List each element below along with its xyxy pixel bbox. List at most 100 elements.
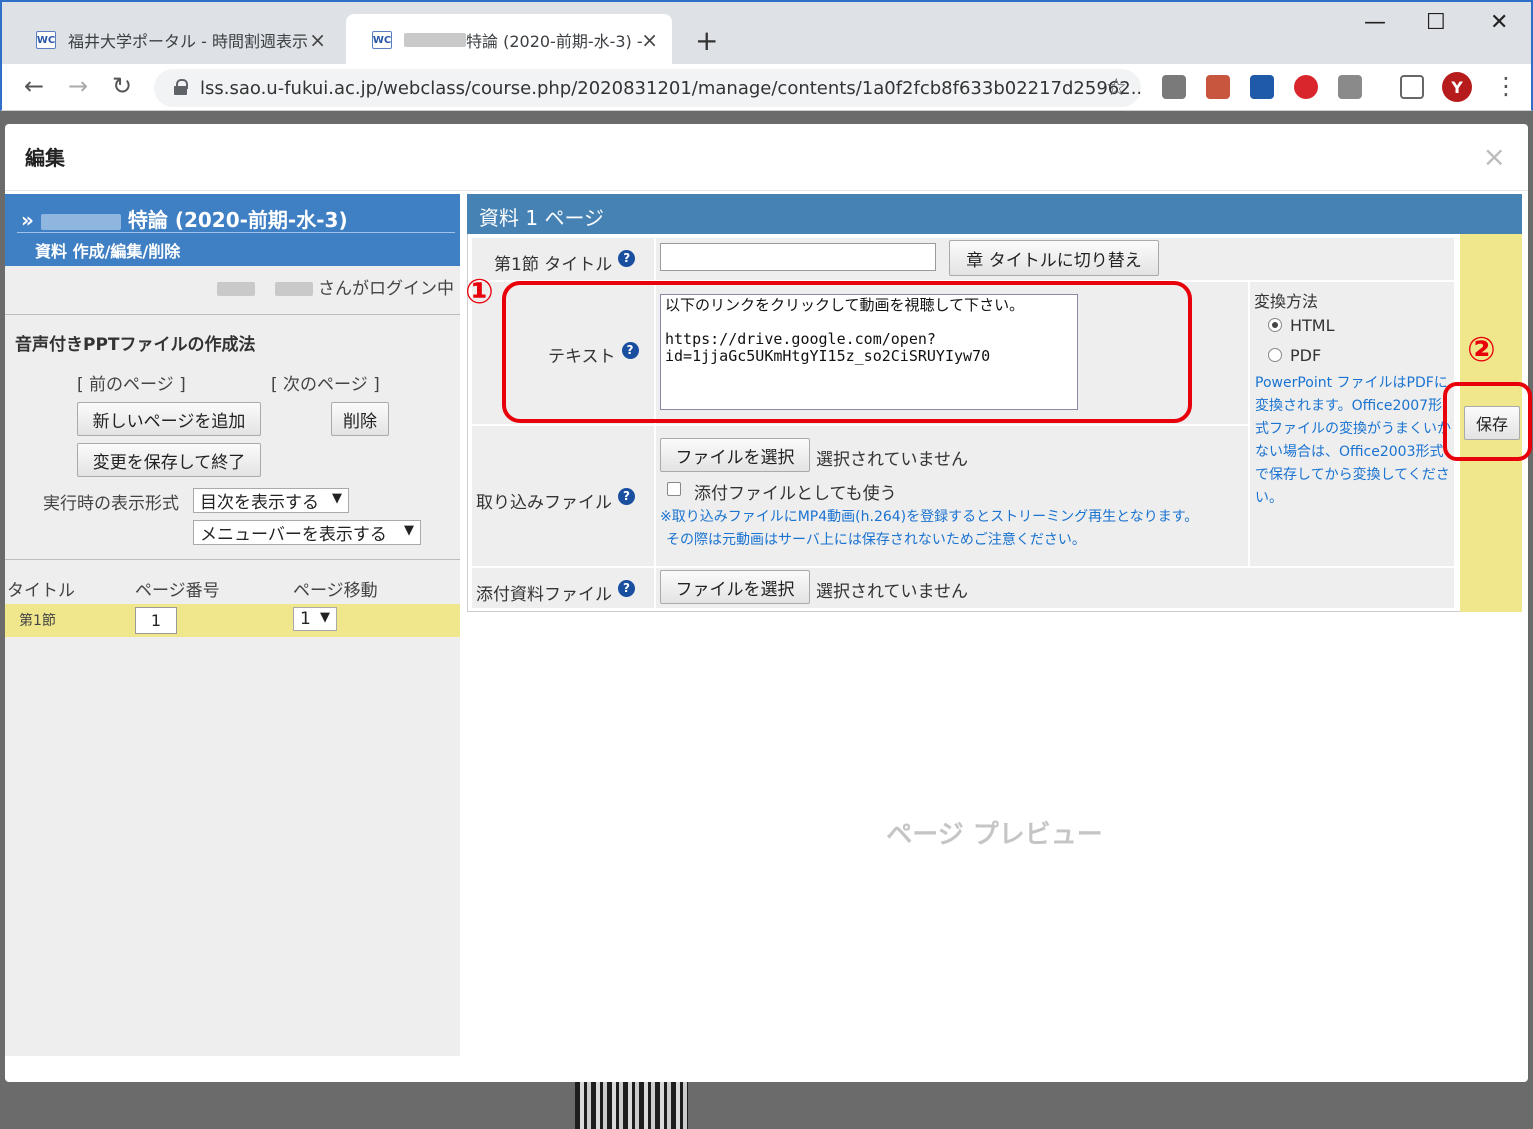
course-title-text: 特論 (2020-前期-水-3)	[127, 208, 348, 232]
redacted-text	[40, 213, 121, 230]
reload-icon[interactable]: ↻	[112, 72, 132, 100]
login-text: さんがログイン中	[318, 279, 454, 299]
table-row[interactable]: 第1節 1 1 ▼	[5, 604, 460, 637]
row-title: 第1節	[19, 613, 56, 629]
redacted-text	[274, 282, 313, 296]
col-header-page-move: ページ移動	[293, 581, 378, 601]
menubar-display-select[interactable]: メニューバーを表示する ▼	[193, 520, 421, 545]
redacted-text	[217, 282, 256, 296]
label-text: 第1節 タイトル	[494, 255, 613, 275]
page-preview-placeholder: ページ プレビュー	[886, 820, 1103, 850]
convert-html-radio[interactable]	[1268, 318, 1282, 332]
back-icon[interactable]: ←	[24, 72, 44, 100]
page-move-select[interactable]: 1 ▼	[293, 607, 337, 631]
attach-choose-file-button[interactable]: ファイルを選択	[660, 570, 810, 604]
browser-menu-icon[interactable]: ⋮	[1494, 72, 1518, 100]
annotation-marker-1: ①	[465, 272, 494, 312]
bookmark-star-icon[interactable]: ☆	[1105, 73, 1127, 101]
delete-page-button[interactable]: 削除	[331, 402, 389, 436]
window-close-icon[interactable]: ✕	[1490, 10, 1508, 35]
dropdown-arrow-icon: ▼	[404, 523, 414, 538]
help-icon[interactable]: ?	[618, 250, 636, 267]
divider	[5, 314, 460, 315]
toc-display-select[interactable]: 目次を表示する ▼	[193, 488, 349, 513]
browser-tab-bar: WC 福井大学ポータル - 時間割週表示 × WC 特論 (2020-前期-水-…	[0, 0, 1533, 66]
webclass-favicon-icon: WC	[36, 31, 56, 49]
browser-tab-portal[interactable]: WC 福井大学ポータル - 時間割週表示 ×	[10, 14, 340, 66]
page-number-input[interactable]: 1	[135, 607, 177, 634]
label-text: 取り込みファイル	[476, 493, 612, 513]
add-page-button[interactable]: 新しいページを追加	[77, 402, 261, 436]
double-chevron-icon: »	[21, 208, 41, 232]
display-format-label: 実行時の表示形式	[43, 494, 179, 514]
attachment-file-label: 添付資料ファイル?	[476, 580, 635, 605]
minimize-icon[interactable]: —	[1364, 10, 1386, 35]
import-file-label: 取り込みファイル?	[476, 488, 635, 513]
use-as-attachment-label: 添付ファイルとしても使う	[694, 484, 897, 504]
convert-note: PowerPoint ファイルはPDFに変換されます。Office2007形式フ…	[1255, 375, 1451, 506]
cast-icon[interactable]	[1400, 75, 1424, 99]
section-title-label: 第1節 タイトル?	[494, 250, 636, 275]
annotation-box-2	[1443, 382, 1532, 461]
profile-avatar[interactable]: Y	[1442, 72, 1472, 102]
import-note-2: その際は元動画はサーバ上には保存されないためご注意ください。	[666, 532, 1086, 548]
save-and-exit-button[interactable]: 変更を保存して終了	[77, 443, 261, 477]
select-value: 1	[300, 609, 311, 629]
pdf-extension-icon[interactable]	[1206, 75, 1230, 99]
left-panel: » 特論 (2020-前期-水-3) 資料 作成/編集/削除 さんがログイン中 …	[5, 194, 460, 1056]
ppt-guide-link[interactable]: 音声付きPPTファイルの作成法	[15, 330, 256, 355]
course-header: » 特論 (2020-前期-水-3) 資料 作成/編集/削除	[5, 194, 460, 266]
login-status: さんがログイン中	[217, 274, 454, 299]
webclass-favicon-icon: WC	[372, 31, 392, 49]
dropdown-arrow-icon: ▼	[332, 491, 342, 506]
new-tab-icon[interactable]: +	[695, 24, 718, 57]
browser-tab-course[interactable]: WC 特論 (2020-前期-水-3) - ×	[346, 14, 672, 66]
convert-pdf-label: PDF	[1290, 346, 1322, 365]
redacted-text	[404, 33, 466, 47]
maximize-icon[interactable]: ☐	[1426, 10, 1446, 35]
qr-code-fragment	[575, 1082, 688, 1129]
tab-title: 特論 (2020-前期-水-3) -	[466, 32, 643, 51]
select-value: メニューバーを表示する	[200, 525, 387, 545]
divider	[17, 232, 455, 233]
annotation-box-1	[502, 281, 1192, 423]
import-no-file-text: 選択されていません	[816, 450, 968, 470]
use-as-attachment-checkbox[interactable]	[667, 482, 681, 496]
col-header-page-number: ページ番号	[135, 581, 220, 601]
course-subtitle: 資料 作成/編集/削除	[35, 242, 181, 261]
help-icon[interactable]: ?	[618, 488, 635, 505]
import-choose-file-button[interactable]: ファイルを選択	[660, 438, 810, 472]
tab-close-icon[interactable]: ×	[309, 28, 326, 52]
convert-method-label: 変換方法	[1254, 292, 1319, 311]
forward-icon[interactable]: →	[68, 72, 88, 100]
convert-html-label: HTML	[1290, 316, 1335, 335]
address-bar[interactable]: lss.sao.u-fukui.ac.jp/webclass/course.ph…	[154, 69, 1141, 107]
tab-close-icon[interactable]: ×	[641, 28, 658, 52]
switch-to-chapter-button[interactable]: 章 タイトルに切り替え	[949, 240, 1159, 276]
lock-icon	[174, 79, 188, 95]
section-title-input[interactable]	[660, 243, 936, 271]
modal-close-icon[interactable]: ×	[1483, 140, 1506, 173]
divider	[5, 559, 460, 560]
prev-page-link[interactable]: [ 前のページ ]	[77, 370, 186, 395]
col-header-title: タイトル	[7, 581, 75, 601]
help-icon[interactable]: ?	[618, 580, 635, 597]
drive-extension-icon[interactable]	[1162, 75, 1186, 99]
divider	[5, 190, 1528, 191]
convert-pdf-radio[interactable]	[1268, 348, 1282, 362]
select-value: 目次を表示する	[200, 493, 319, 513]
chat-extension-icon[interactable]	[1338, 75, 1362, 99]
annotation-marker-2: ②	[1467, 330, 1496, 370]
dropdown-arrow-icon: ▼	[320, 610, 330, 625]
page-header: 資料 1 ページ	[467, 194, 1522, 234]
course-title: » 特論 (2020-前期-水-3)	[21, 204, 348, 233]
modal-title: 編集	[25, 146, 65, 170]
attach-no-file-text: 選択されていません	[816, 582, 968, 602]
url-text: lss.sao.u-fukui.ac.jp/webclass/course.ph…	[200, 77, 1141, 99]
security-extension-icon[interactable]	[1250, 75, 1274, 99]
browser-toolbar: ← → ↻ lss.sao.u-fukui.ac.jp/webclass/cou…	[0, 64, 1533, 111]
red-extension-icon[interactable]	[1294, 75, 1318, 99]
next-page-link[interactable]: [ 次のページ ]	[271, 370, 380, 395]
label-text: 添付資料ファイル	[476, 585, 612, 605]
tab-title: 福井大学ポータル - 時間割週表示	[68, 32, 308, 51]
